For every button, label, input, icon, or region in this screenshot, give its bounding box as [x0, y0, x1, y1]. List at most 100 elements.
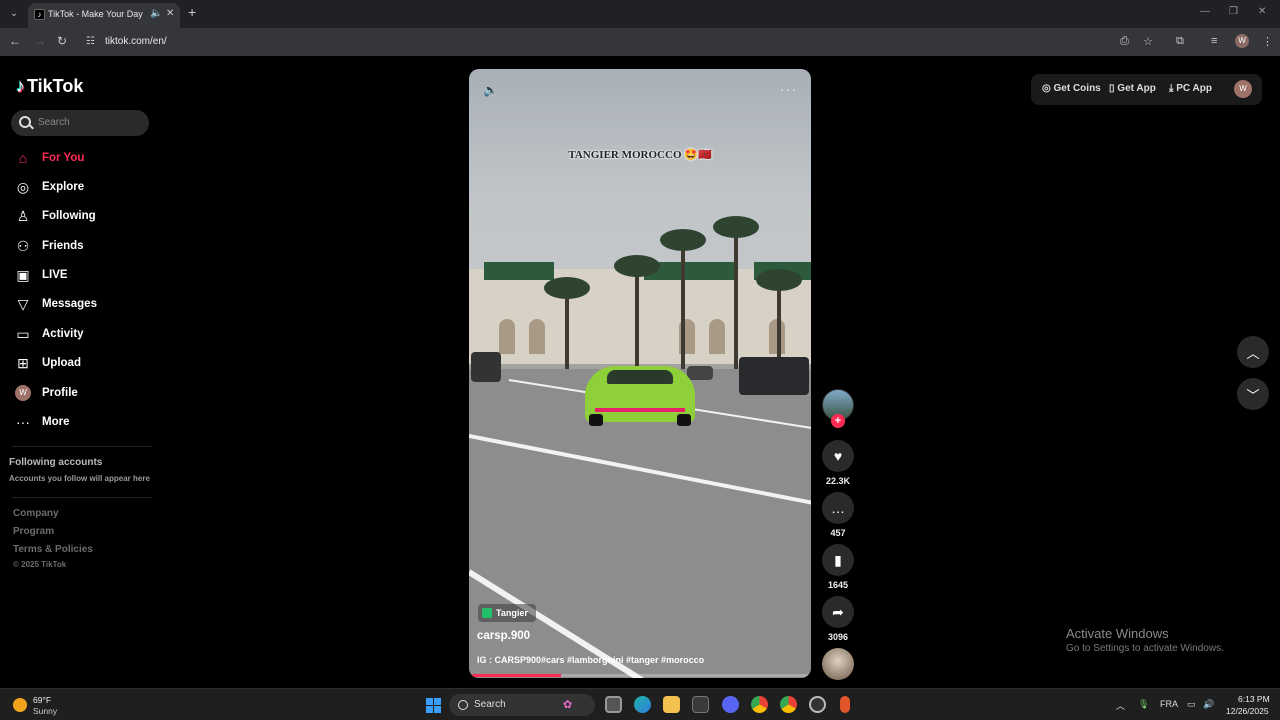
browser-menu-icon[interactable]: ⋮ — [1262, 35, 1273, 48]
extensions-icon[interactable]: ⧉ — [1176, 35, 1184, 48]
profile-avatar-slot: W — [14, 384, 32, 402]
pc-app-button[interactable]: ⤓ PC App — [1169, 83, 1212, 94]
app-icon[interactable] — [809, 696, 826, 713]
users-icon: ⚇ — [16, 237, 30, 254]
coin-icon: ◎ — [1042, 83, 1051, 94]
bookmark-star-icon[interactable]: ☆ — [1143, 35, 1153, 48]
nav-profile[interactable]: W Profile — [14, 382, 154, 404]
weather-temperature[interactable]: 69°F — [33, 695, 51, 705]
browser-toolbar: ← → ↻ ☷ tiktok.com/en/ ⎙ ☆ ⧉ ≡ W ⋮ — [0, 28, 1280, 56]
tray-microphone-icon[interactable]: 🎙 — [1138, 699, 1149, 710]
nav-activity[interactable]: ▭ Activity — [14, 323, 154, 345]
microphone-app-icon[interactable] — [840, 696, 850, 713]
tab-title: TikTok - Make Your Day — [48, 9, 143, 19]
tray-chevron-up-icon[interactable]: ︿ — [1116, 699, 1125, 712]
nav-label: Explore — [42, 181, 85, 193]
video-player[interactable]: 🔈 ··· TANGIER MOROCCO 🤩🇲🇦 Tangier carsp.… — [469, 69, 811, 678]
video-caption[interactable]: IG : CARSP900#cars #lamborghini #tanger … — [477, 655, 704, 665]
back-icon[interactable]: ← — [9, 34, 21, 48]
nav-label: Upload — [42, 357, 81, 369]
nav-for-you[interactable]: ⌂ For You — [14, 147, 154, 169]
windows-start-icon[interactable] — [426, 698, 441, 713]
forward-icon[interactable]: → — [34, 34, 46, 48]
bookmark-icon: ▮ — [834, 551, 842, 568]
nav-following[interactable]: ♙ Following — [14, 205, 154, 227]
clock-time[interactable]: 6:13 PM — [1238, 694, 1270, 704]
get-coins-button[interactable]: ◎ Get Coins — [1042, 83, 1101, 94]
browser-tab[interactable]: ♪ TikTok - Make Your Day 🔈 ✕ — [28, 3, 180, 28]
chrome-icon[interactable] — [751, 696, 768, 713]
following-accounts-subtitle: Accounts you follow will appear here — [9, 474, 150, 483]
maximize-icon[interactable]: ❐ — [1229, 6, 1238, 17]
file-explorer-icon[interactable] — [663, 696, 680, 713]
tab-close-icon[interactable]: ✕ — [166, 8, 174, 19]
tab-audio-icon[interactable]: 🔈 — [150, 8, 162, 19]
music-disc-avatar[interactable] — [822, 648, 854, 680]
get-app-button[interactable]: ▯ Get App — [1109, 83, 1156, 94]
microsoft-store-icon[interactable] — [692, 696, 709, 713]
chrome-profile-icon[interactable] — [780, 696, 797, 713]
tiktok-logo[interactable]: ♪ TikTok — [16, 75, 83, 97]
video-author[interactable]: carsp.900 — [477, 630, 530, 642]
minimize-icon[interactable]: — — [1200, 6, 1210, 17]
video-scene-palm — [614, 255, 660, 277]
search-input[interactable]: Search — [11, 110, 149, 136]
window-close-icon[interactable]: ✕ — [1258, 6, 1266, 17]
video-progress-bar[interactable] — [469, 674, 811, 677]
next-video-button[interactable]: ﹀ — [1237, 378, 1269, 410]
task-view-icon[interactable] — [605, 696, 622, 713]
nav-label: Activity — [42, 328, 84, 340]
footer-link-company[interactable]: Company — [13, 508, 59, 519]
video-scene-arch — [529, 319, 545, 354]
edge-browser-icon[interactable] — [634, 696, 651, 713]
taskbar-search[interactable]: Search ✿ — [449, 694, 595, 716]
new-tab-icon[interactable]: + — [188, 4, 196, 20]
video-scene-roof — [484, 262, 554, 280]
tiktok-note-icon: ♪ — [16, 75, 25, 96]
address-bar[interactable]: ☷ tiktok.com/en/ — [80, 31, 1165, 53]
share-arrow-icon: ➦ — [832, 603, 844, 620]
heart-icon: ♥ — [833, 448, 843, 464]
follow-plus-icon[interactable]: + — [831, 414, 845, 428]
nav-messages[interactable]: ▽ Messages — [14, 293, 154, 315]
avatar: W — [15, 385, 31, 401]
nav-upload[interactable]: ⊞ Upload — [14, 352, 154, 374]
browser-profile-avatar[interactable]: W — [1235, 34, 1249, 48]
like-button[interactable]: ♥ — [822, 440, 854, 472]
site-info-icon[interactable]: ☷ — [86, 36, 98, 48]
reload-icon[interactable]: ↻ — [57, 34, 67, 48]
profile-avatar[interactable]: W — [1234, 80, 1252, 98]
nav-more[interactable]: ··· More — [14, 411, 154, 433]
nav-friends[interactable]: ⚇ Friends — [14, 235, 154, 257]
live-icon: ▣ — [16, 266, 30, 283]
weather-condition[interactable]: Sunny — [33, 706, 57, 716]
language-indicator[interactable]: FRA — [1160, 699, 1178, 709]
video-scene-palm — [713, 216, 759, 238]
display-icon[interactable]: ▭ — [1187, 699, 1196, 710]
video-scene-arch — [499, 319, 515, 354]
tab-search-icon[interactable]: ⌄ — [6, 6, 22, 22]
discord-icon[interactable] — [722, 696, 739, 713]
search-placeholder: Search — [38, 117, 70, 128]
comment-button[interactable]: … — [822, 492, 854, 524]
more-options-icon[interactable]: ··· — [780, 81, 797, 97]
media-controls-icon[interactable]: ≡ — [1211, 35, 1217, 47]
footer-link-terms[interactable]: Terms & Policies — [13, 544, 93, 555]
clock-date[interactable]: 12/26/2025 — [1226, 706, 1269, 716]
save-button[interactable]: ▮ — [822, 544, 854, 576]
location-tag[interactable]: Tangier — [478, 604, 536, 622]
url-text[interactable]: tiktok.com/en/ — [105, 36, 167, 47]
nav-explore[interactable]: ◎ Explore — [14, 176, 154, 198]
like-count: 22.3K — [825, 476, 851, 486]
video-scene-car — [471, 352, 501, 382]
nav-live[interactable]: ▣ LIVE — [14, 264, 154, 286]
weather-sun-icon[interactable] — [13, 698, 27, 712]
mute-icon[interactable]: 🔈 — [483, 83, 498, 97]
footer-link-program[interactable]: Program — [13, 526, 54, 537]
install-app-icon[interactable]: ⎙ — [1120, 35, 1129, 48]
volume-icon[interactable]: 🔊 — [1203, 699, 1214, 710]
previous-video-button[interactable]: ︿ — [1237, 336, 1269, 368]
share-button[interactable]: ➦ — [822, 596, 854, 628]
phone-icon: ▯ — [1109, 83, 1115, 94]
following-accounts-title: Following accounts — [9, 457, 103, 468]
